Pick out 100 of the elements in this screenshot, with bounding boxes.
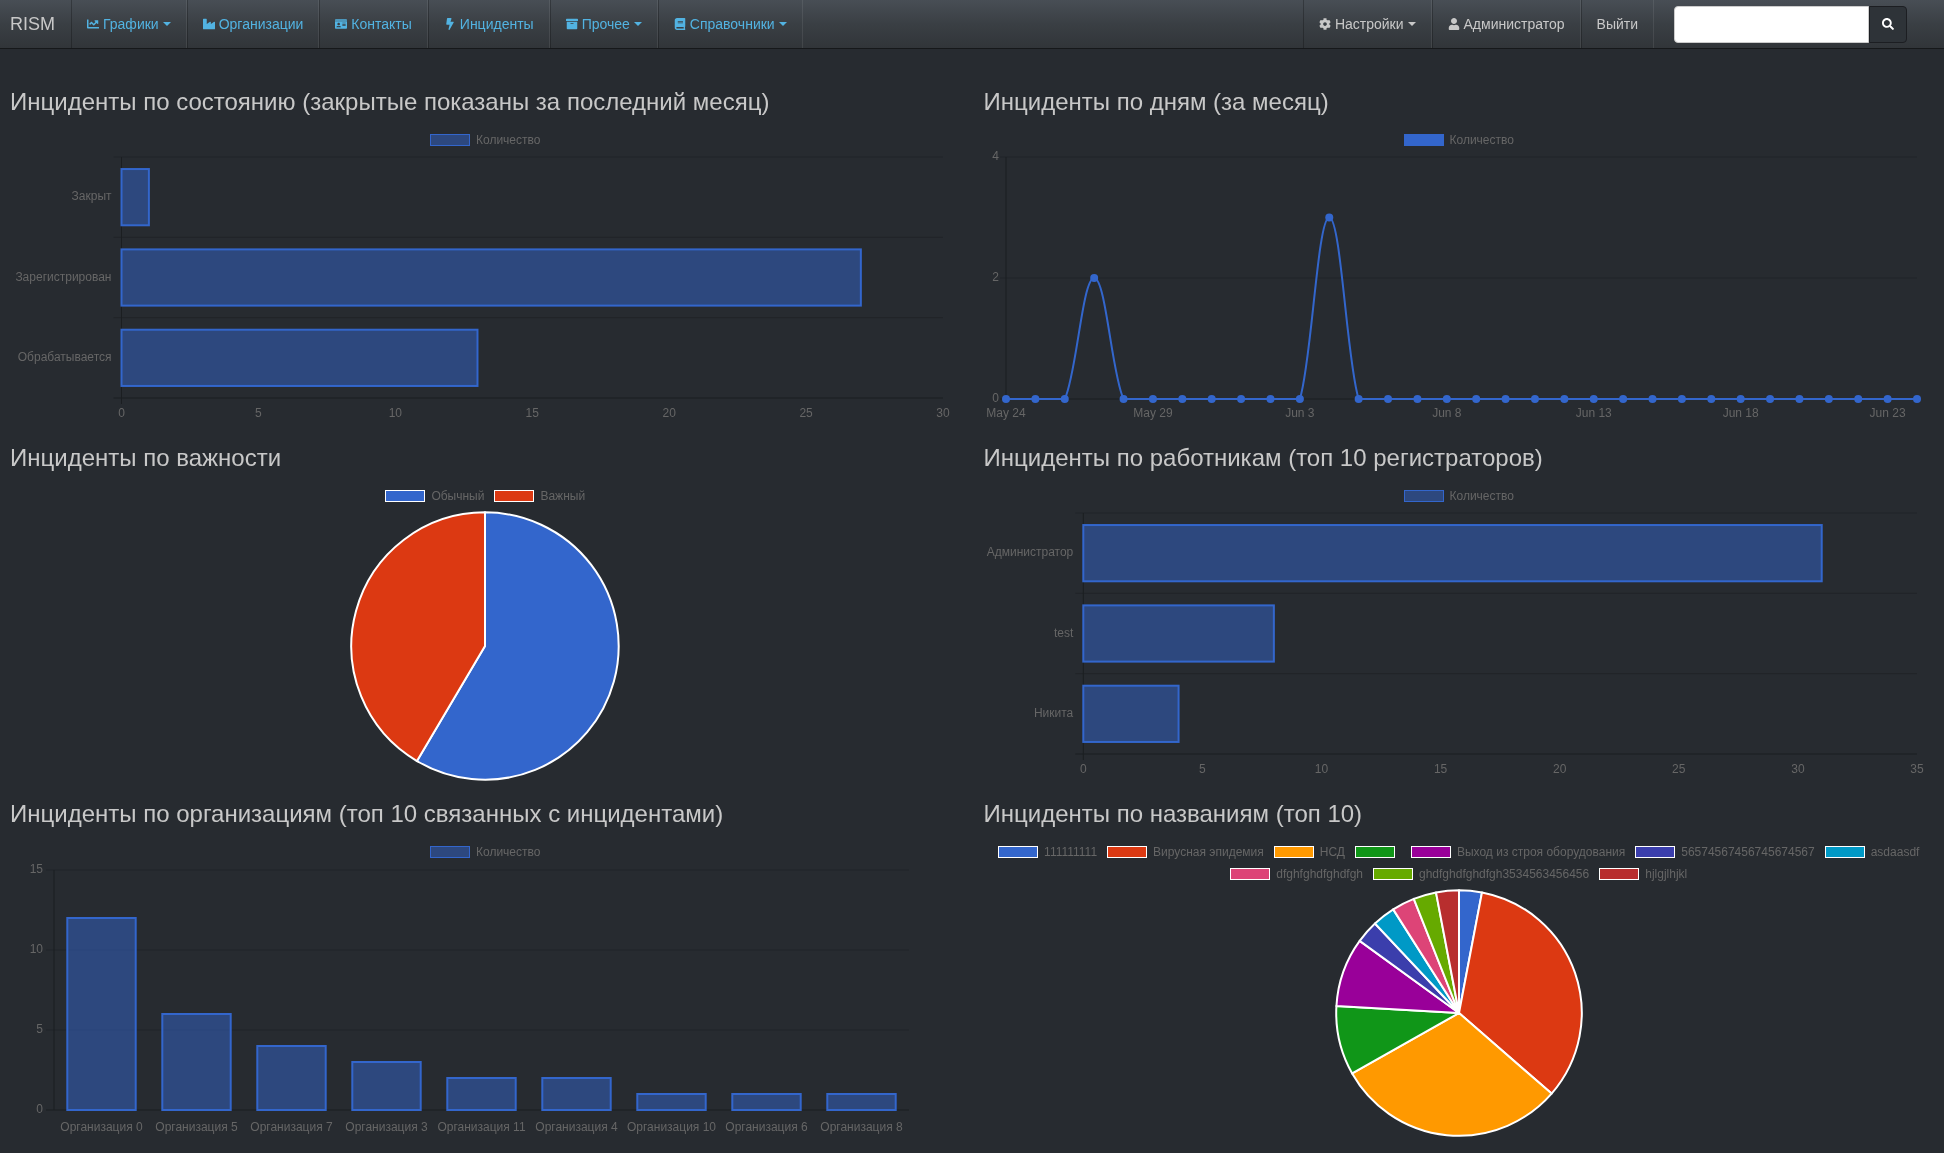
tick-label: 5: [255, 406, 262, 421]
nav-link[interactable]: Настройки: [1302, 0, 1432, 48]
data-point: [1383, 395, 1392, 403]
tick-label: Jun 18: [1722, 406, 1759, 421]
category-label: Организация 4: [535, 1120, 618, 1135]
nav-link[interactable]: Выйти: [1580, 0, 1654, 48]
bar: [256, 1045, 327, 1111]
tick-label: 5: [1198, 762, 1206, 777]
brand-link[interactable]: RISM: [0, 0, 71, 48]
nav-link[interactable]: Прочее: [549, 0, 658, 48]
tick-label: May 24: [985, 406, 1026, 421]
legend-label: 56574567456745674567: [1681, 846, 1815, 858]
legend-label: asdaasdf: [1870, 846, 1920, 858]
data-point: [1001, 395, 1010, 403]
bar: [826, 1093, 897, 1111]
search-button[interactable]: [1869, 5, 1907, 43]
nav-link[interactable]: Справочники: [657, 0, 803, 48]
nav-link[interactable]: Администратор: [1431, 0, 1581, 48]
tick-label: 25: [1671, 762, 1685, 777]
data-point: [1295, 395, 1304, 403]
legend-label: Количество: [476, 846, 541, 858]
data-point: [1266, 395, 1274, 403]
data-point: [1119, 395, 1128, 403]
data-point: [1853, 395, 1862, 403]
data-point: [1236, 395, 1245, 403]
data-point: [1648, 395, 1656, 403]
category-label: Закрыт: [71, 189, 112, 204]
tick-label: 0: [36, 1102, 43, 1117]
nav-link[interactable]: Организации: [186, 0, 320, 48]
category-label: Организация 8: [820, 1120, 903, 1135]
legend-label: Вирусная эпидемия: [1153, 846, 1264, 858]
nav-link[interactable]: Графики: [71, 0, 187, 48]
data-point: [1765, 395, 1774, 403]
data-point: [1824, 395, 1833, 403]
data-point: [1412, 395, 1421, 403]
legend-label: 111111111: [1044, 846, 1098, 858]
category-label: Организация 5: [155, 1120, 238, 1135]
category-label: Организация 11: [437, 1120, 526, 1135]
data-point: [1706, 395, 1715, 403]
nav-link[interactable]: Контакты: [319, 0, 428, 48]
lightning-icon: [443, 18, 456, 30]
panel-title: Инциденты по организациям (топ 10 связанных с инцидентами): [10, 801, 725, 827]
swatch-icon: [430, 846, 470, 858]
swatch-icon: [430, 134, 470, 146]
data-point: [1736, 395, 1745, 403]
category-label: Зарегистрирован: [15, 269, 112, 284]
user-icon: [1447, 18, 1460, 30]
data-point: [1442, 395, 1451, 403]
category-label: test: [1053, 625, 1073, 640]
bar: [541, 1077, 612, 1111]
tick-label: 4: [991, 149, 999, 164]
line-chart-icon: [87, 18, 99, 30]
data-point: [1148, 395, 1157, 403]
tick-label: 10: [1314, 762, 1328, 777]
data-point: [1677, 395, 1686, 403]
category-label: Никита: [1033, 706, 1073, 720]
data-point: [1618, 395, 1627, 403]
data-point: [1354, 395, 1363, 403]
tick-label: 30: [936, 406, 950, 421]
swatch-icon: [1403, 490, 1444, 502]
tick-label: 35: [1909, 762, 1924, 777]
tick-label: 15: [525, 406, 539, 421]
category-label: Организация 0: [60, 1120, 143, 1135]
tick-label: 20: [662, 406, 676, 421]
tick-label: 10: [29, 942, 43, 957]
tick-label: 30: [1790, 762, 1805, 777]
tick-label: 15: [1433, 762, 1447, 777]
tick-label: 15: [29, 862, 43, 877]
tick-label: 0: [118, 406, 125, 421]
data-point: [1794, 395, 1803, 403]
data-point: [1883, 395, 1892, 403]
panel-title: Инциденты по работникам (топ 10 регистраторов): [983, 445, 1544, 471]
tick-label: May 29: [1132, 406, 1173, 421]
data-point: [1324, 213, 1333, 222]
nav-link[interactable]: Инциденты: [427, 0, 550, 48]
tick-label: 5: [36, 1022, 43, 1037]
legend-label: hjlgjlhjkl: [1645, 868, 1688, 880]
bar: [446, 1077, 517, 1111]
tick-label: 10: [388, 406, 402, 421]
data-point: [1530, 395, 1539, 403]
search-field[interactable]: [1674, 5, 1869, 43]
legend-label: Важный: [540, 490, 586, 502]
data-point: [1060, 395, 1069, 403]
legend-label: Количество: [1449, 490, 1514, 502]
data-point: [1089, 274, 1098, 282]
bar: [636, 1093, 707, 1111]
search-icon: [1882, 18, 1894, 30]
data-point: [1030, 395, 1039, 403]
bar: [120, 168, 150, 227]
panel-title: Инциденты по важности: [10, 445, 283, 471]
tick-label: Jun 3: [1284, 406, 1315, 421]
data-point: [1177, 395, 1186, 403]
legend-label: Выход из строя оборудования: [1456, 846, 1626, 858]
tick-label: Jun 13: [1575, 406, 1612, 421]
data-point: [1912, 395, 1921, 403]
category-label: Обрабатывается: [17, 350, 112, 364]
panel-title: Инциденты по названиям (топ 10): [983, 801, 1364, 827]
category-label: Организация 10: [626, 1120, 717, 1135]
tick-label: 0: [1079, 762, 1087, 777]
tick-label: 20: [1552, 762, 1566, 777]
